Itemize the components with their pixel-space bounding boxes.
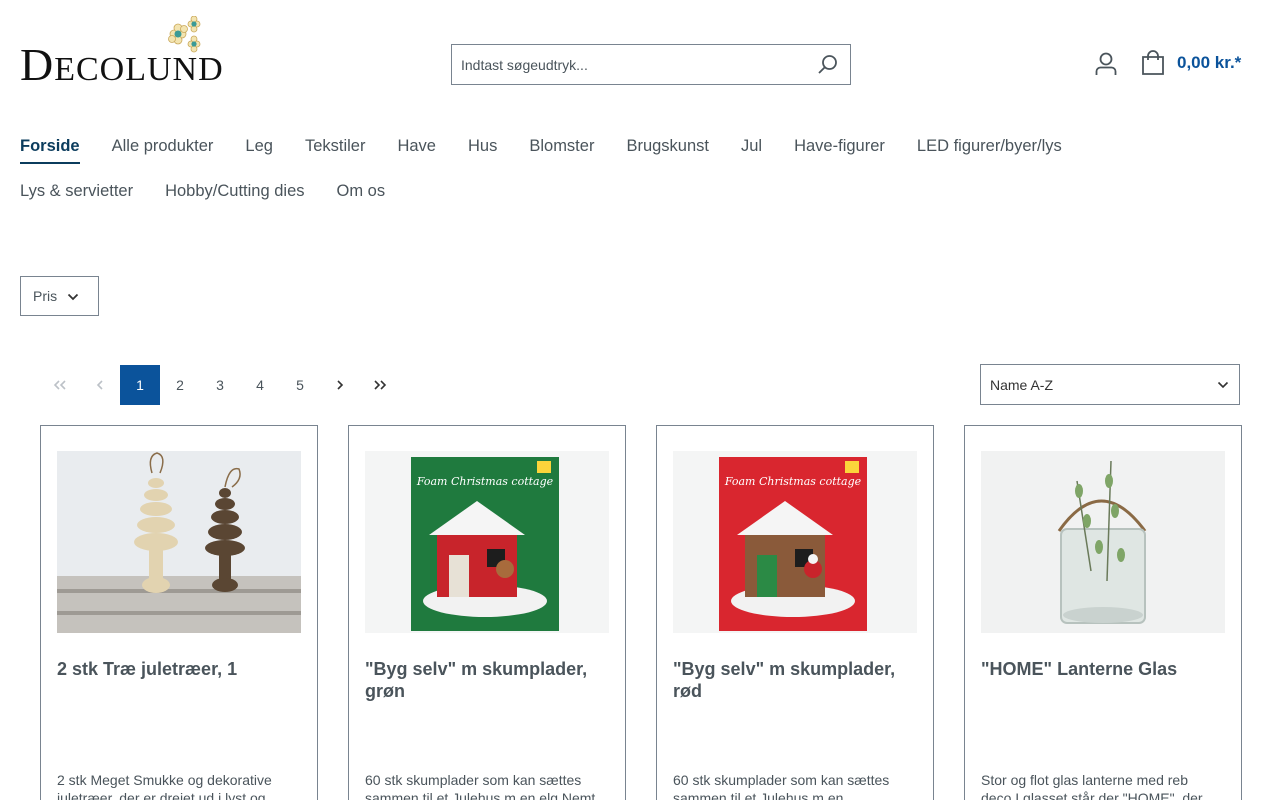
search-button[interactable]: [806, 45, 850, 84]
cart-button[interactable]: 0,00 kr.*: [1141, 50, 1241, 76]
product-image-wooden-trees[interactable]: [57, 451, 301, 633]
chevron-down-icon: [1217, 381, 1229, 388]
product-image-glass-lantern[interactable]: [981, 451, 1225, 633]
sort-select[interactable]: Name A-Z: [980, 364, 1240, 405]
product-grid: 2 stk Træ juletræer, 1 2 stk Meget Smukk…: [40, 425, 1242, 800]
cart-total: 0,00 kr.*: [1177, 53, 1242, 72]
product-title[interactable]: "Byg selv" m skumplader, rød: [673, 658, 917, 740]
svg-text:Foam Christmas cottage: Foam Christmas cottage: [724, 475, 862, 488]
previous-page-button[interactable]: [80, 365, 120, 405]
main-navigation: Forside Alle produkter Leg Tekstiler Hav…: [20, 135, 1260, 225]
nav-item-brugskunst[interactable]: Brugskunst: [626, 135, 709, 162]
next-page-button[interactable]: [320, 365, 360, 405]
nav-item-lys-servietter[interactable]: Lys & servietter: [20, 180, 133, 207]
page-3-button[interactable]: 3: [200, 365, 240, 405]
nav-item-tekstiler[interactable]: Tekstiler: [305, 135, 366, 162]
product-card: 2 stk Træ juletræer, 1 2 stk Meget Smukk…: [40, 425, 318, 800]
nav-item-have[interactable]: Have: [397, 135, 436, 162]
nav-item-led-figurer[interactable]: LED figurer/byer/lys: [917, 135, 1062, 162]
product-description: 60 stk skumplader som kan sættes sammen …: [365, 772, 596, 800]
product-card: Foam Christmas cottage "Byg selv" m skum…: [656, 425, 934, 800]
user-icon: [1095, 52, 1117, 75]
nav-row-2: Lys & servietter Hobby/Cutting dies Om o…: [20, 180, 1260, 225]
search-box: [451, 44, 851, 85]
search-icon: [818, 54, 837, 74]
nav-item-alle-produkter[interactable]: Alle produkter: [112, 135, 214, 162]
page-5-button[interactable]: 5: [280, 365, 320, 405]
price-filter-label: Pris: [33, 288, 58, 304]
double-chevron-right-icon: [374, 380, 387, 390]
price-filter-dropdown[interactable]: Pris: [20, 276, 99, 316]
last-page-button[interactable]: [360, 365, 400, 405]
product-image-foam-cottage-green[interactable]: Foam Christmas cottage: [365, 451, 609, 633]
logo-text: DECOLUND: [20, 39, 224, 90]
nav-item-hobby-cutting-dies[interactable]: Hobby/Cutting dies: [165, 180, 304, 207]
nav-item-forside[interactable]: Forside: [20, 135, 80, 164]
product-title[interactable]: "HOME" Lanterne Glas: [981, 658, 1225, 740]
nav-item-have-figurer[interactable]: Have-figurer: [794, 135, 885, 162]
sort-selected-value: Name A-Z: [990, 376, 1054, 393]
chevron-left-icon: [96, 380, 103, 390]
nav-item-jul[interactable]: Jul: [741, 135, 762, 162]
pagination: 1 2 3 4 5: [40, 365, 400, 405]
chevron-down-icon: [67, 293, 79, 301]
product-description: Stor og flot glas lanterne med reb deco.…: [981, 772, 1203, 800]
product-image-foam-cottage-red[interactable]: Foam Christmas cottage: [673, 451, 917, 633]
product-description: 2 stk Meget Smukke og dekorative juletræ…: [57, 772, 272, 800]
first-page-button[interactable]: [40, 365, 80, 405]
product-description: 60 stk skumplader som kan sættes sammen …: [673, 772, 890, 800]
product-card: "HOME" Lanterne Glas Stor og flot glas l…: [964, 425, 1242, 800]
product-title[interactable]: 2 stk Træ juletræer, 1: [57, 658, 301, 740]
product-card: Foam Christmas cottage "Byg selv" m skum…: [348, 425, 626, 800]
chevron-right-icon: [337, 380, 344, 390]
nav-item-leg[interactable]: Leg: [245, 135, 273, 162]
nav-row-1: Forside Alle produkter Leg Tekstiler Hav…: [20, 135, 1260, 180]
nav-item-hus[interactable]: Hus: [468, 135, 497, 162]
account-button[interactable]: [1093, 51, 1119, 77]
nav-item-om-os[interactable]: Om os: [337, 180, 386, 207]
search-input[interactable]: [452, 45, 806, 84]
product-title[interactable]: "Byg selv" m skumplader, grøn: [365, 658, 609, 740]
page-4-button[interactable]: 4: [240, 365, 280, 405]
site-logo[interactable]: DECOLUND: [20, 16, 223, 90]
svg-text:Foam Christmas cottage: Foam Christmas cottage: [416, 475, 554, 488]
nav-item-blomster[interactable]: Blomster: [529, 135, 594, 162]
double-chevron-left-icon: [53, 380, 66, 390]
page-2-button[interactable]: 2: [160, 365, 200, 405]
shopping-bag-icon: [1142, 50, 1164, 75]
page-1-button[interactable]: 1: [120, 365, 160, 405]
